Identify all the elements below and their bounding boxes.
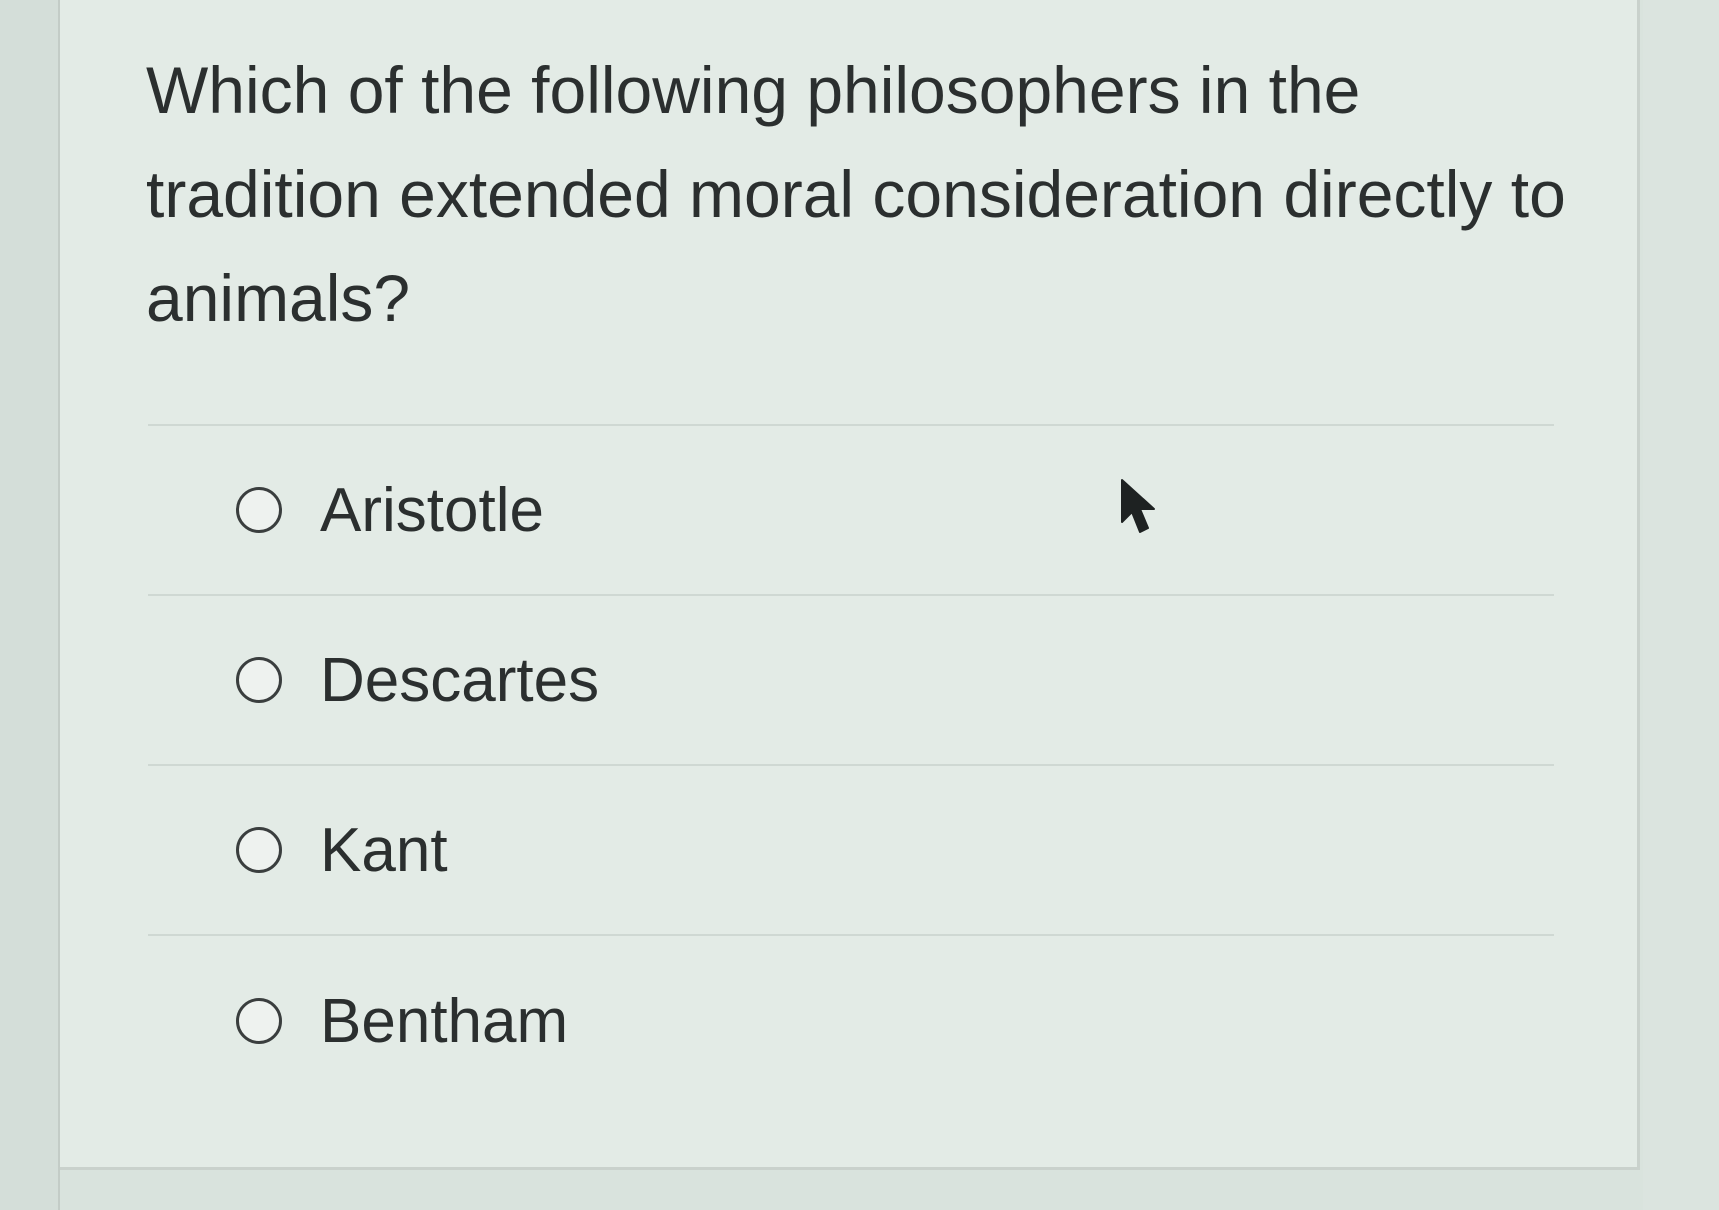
radio-button[interactable] <box>236 657 282 703</box>
page-left-margin <box>0 0 60 1210</box>
answer-options: Aristotle Descartes Kant Bentham <box>148 424 1554 1106</box>
radio-button[interactable] <box>236 998 282 1044</box>
option-bentham[interactable]: Bentham <box>148 936 1554 1106</box>
option-descartes[interactable]: Descartes <box>148 596 1554 766</box>
page-right-margin <box>1643 0 1719 1210</box>
arrow-cursor-icon <box>1121 479 1155 533</box>
question-card: Which of the following philosophers in t… <box>60 0 1640 1170</box>
option-label: Descartes <box>320 645 600 715</box>
radio-button[interactable] <box>236 827 282 873</box>
option-kant[interactable]: Kant <box>148 766 1554 936</box>
option-label: Aristotle <box>320 475 544 545</box>
option-aristotle[interactable]: Aristotle <box>148 426 1554 596</box>
question-text: Which of the following philosophers in t… <box>146 53 1566 335</box>
option-label: Bentham <box>320 986 569 1056</box>
option-label: Kant <box>320 815 448 885</box>
radio-button[interactable] <box>236 487 282 533</box>
